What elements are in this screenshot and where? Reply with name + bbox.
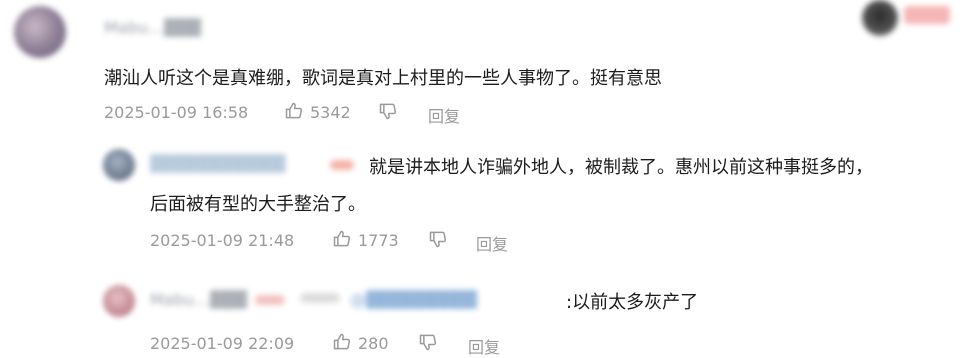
mention-link[interactable]: @▓▓▓▓▓▓▓▓▓	[350, 290, 477, 309]
reply-button[interactable]: 回复	[476, 231, 508, 255]
thumb-up-icon[interactable]	[332, 229, 352, 249]
timestamp: 2025-01-09 21:48	[150, 231, 295, 250]
thumb-down-icon[interactable]	[378, 101, 398, 121]
thumb-up-icon[interactable]	[332, 332, 352, 352]
thumb-up-icon[interactable]	[284, 101, 304, 121]
thumb-down-icon[interactable]	[418, 332, 438, 352]
user-badge-secondary	[300, 293, 340, 303]
username[interactable]: Mabu…▓▓▓	[150, 290, 247, 309]
comment-text: 潮汕人听这个是真难绷，歌词是真对上村里的一些人事物了。挺有意思	[104, 68, 662, 89]
timestamp: 2025-01-09 22:09	[150, 334, 295, 353]
username[interactable]: Mabu…▓▓▓	[104, 18, 201, 37]
like-count: 280	[358, 334, 389, 353]
badge-label	[904, 6, 950, 24]
thumb-down-icon[interactable]	[428, 229, 448, 249]
comment-text-line-2: 后面被有型的大手整治了。	[150, 194, 366, 215]
avatar[interactable]	[103, 149, 135, 181]
reply-button[interactable]: 回复	[428, 103, 460, 127]
avatar[interactable]	[103, 285, 135, 317]
avatar[interactable]	[14, 6, 66, 58]
badge-avatar	[862, 0, 898, 36]
comment-text: :以前太多灰产了	[566, 292, 699, 313]
user-badge	[255, 295, 285, 305]
timestamp: 2025-01-09 16:58	[104, 103, 249, 122]
like-count: 1773	[358, 231, 399, 250]
top-right-badge	[862, 0, 952, 36]
username[interactable]: ▓▓▓▓▓▓▓▓▓▓▓	[150, 154, 285, 173]
user-badge	[330, 160, 354, 170]
comment-text-line-1: 就是讲本地人诈骗外地人，被制裁了。惠州以前这种事挺多的，	[369, 157, 873, 178]
reply-button[interactable]: 回复	[468, 334, 500, 358]
like-count: 5342	[310, 103, 351, 122]
